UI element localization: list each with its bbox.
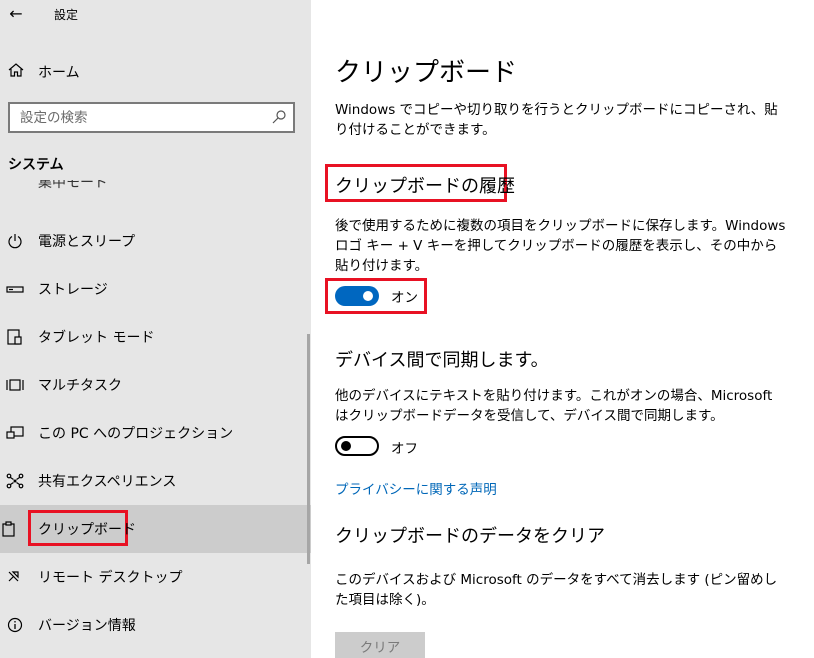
- sync-heading: デバイス間で同期します。: [335, 350, 549, 371]
- clear-heading: クリップボードのデータをクリア: [335, 526, 605, 547]
- page-description: Windows でコピーや切り取りを行うとクリップボードにコピーされ、貼り付ける…: [335, 102, 778, 138]
- back-arrow-icon[interactable]: ←: [6, 4, 26, 24]
- home-icon: [8, 63, 24, 77]
- clear-button[interactable]: クリア: [335, 632, 425, 658]
- search-icon[interactable]: [271, 109, 287, 125]
- clipboard-icon: [2, 521, 15, 537]
- history-toggle-label: オン: [391, 290, 418, 306]
- shared-icon: [6, 473, 24, 489]
- search-input[interactable]: [10, 104, 260, 131]
- storage-icon: [6, 286, 24, 293]
- sidebar-item-label: マルチタスク: [38, 378, 122, 394]
- privacy-link[interactable]: プライバシーに関する声明: [335, 478, 497, 498]
- multitask-icon: [6, 379, 24, 391]
- sidebar-item-label: 電源とスリープ: [38, 234, 136, 250]
- sidebar-item-shared[interactable]: 共有エクスペリエンス: [0, 457, 311, 505]
- sync-toggle-label: オフ: [391, 441, 418, 457]
- toggle-knob: [341, 441, 351, 451]
- sidebar: ← 設定 ホーム システム 集中モード 電源とスリープ: [0, 0, 311, 658]
- history-heading: クリップボードの履歴: [335, 176, 515, 197]
- sidebar-item-focus-partial[interactable]: 集中モード: [0, 180, 311, 202]
- sidebar-item-label: リモート デスクトップ: [38, 570, 183, 586]
- page-title: クリップボード: [335, 58, 518, 88]
- sidebar-scrollbar[interactable]: [307, 334, 310, 564]
- sync-description: 他のデバイスにテキストを貼り付けます。これがオンの場合、Microsoft はク…: [335, 388, 773, 424]
- window-title: 設定: [54, 8, 79, 22]
- sidebar-item-clipboard[interactable]: クリップボード: [0, 505, 311, 553]
- history-toggle[interactable]: [335, 286, 379, 306]
- section-title: システム: [8, 157, 64, 173]
- power-icon: [8, 234, 22, 249]
- sidebar-item-projection[interactable]: この PC へのプロジェクション: [0, 409, 311, 457]
- home-nav-item[interactable]: ホーム: [0, 56, 311, 88]
- search-box[interactable]: [8, 102, 295, 133]
- sidebar-item-label: ストレージ: [38, 282, 108, 298]
- sync-toggle[interactable]: [335, 436, 379, 456]
- main-content: クリップボード Windows でコピーや切り取りを行うとクリップボードにコピー…: [311, 0, 814, 658]
- clear-description: このデバイスおよび Microsoft のデータをすべて消去します (ピン留めし…: [335, 572, 778, 608]
- sidebar-item-storage[interactable]: ストレージ: [0, 265, 311, 313]
- toggle-knob: [363, 291, 373, 301]
- sidebar-item-label: 共有エクスペリエンス: [38, 474, 177, 490]
- tablet-icon: [7, 329, 22, 345]
- title-bar: ← 設定: [0, 0, 311, 32]
- sidebar-item-label: 集中モード: [38, 180, 108, 191]
- sidebar-item-tablet[interactable]: タブレット モード: [0, 313, 311, 361]
- history-description: 後で使用するために複数の項目をクリップボードに保存します。Windows ロゴ …: [335, 218, 786, 274]
- sidebar-item-power[interactable]: 電源とスリープ: [0, 217, 311, 265]
- sidebar-item-label: バージョン情報: [38, 618, 136, 634]
- sidebar-item-about[interactable]: バージョン情報: [0, 601, 311, 649]
- sidebar-item-label: この PC へのプロジェクション: [38, 426, 234, 442]
- home-label: ホーム: [38, 65, 80, 81]
- info-icon: [7, 617, 23, 633]
- projection-icon: [6, 426, 24, 439]
- remote-icon: [8, 571, 19, 582]
- sidebar-item-label: クリップボード: [38, 522, 136, 538]
- sidebar-item-multitask[interactable]: マルチタスク: [0, 361, 311, 409]
- sidebar-item-label: タブレット モード: [38, 330, 155, 346]
- sidebar-item-remote[interactable]: リモート デスクトップ: [0, 553, 311, 601]
